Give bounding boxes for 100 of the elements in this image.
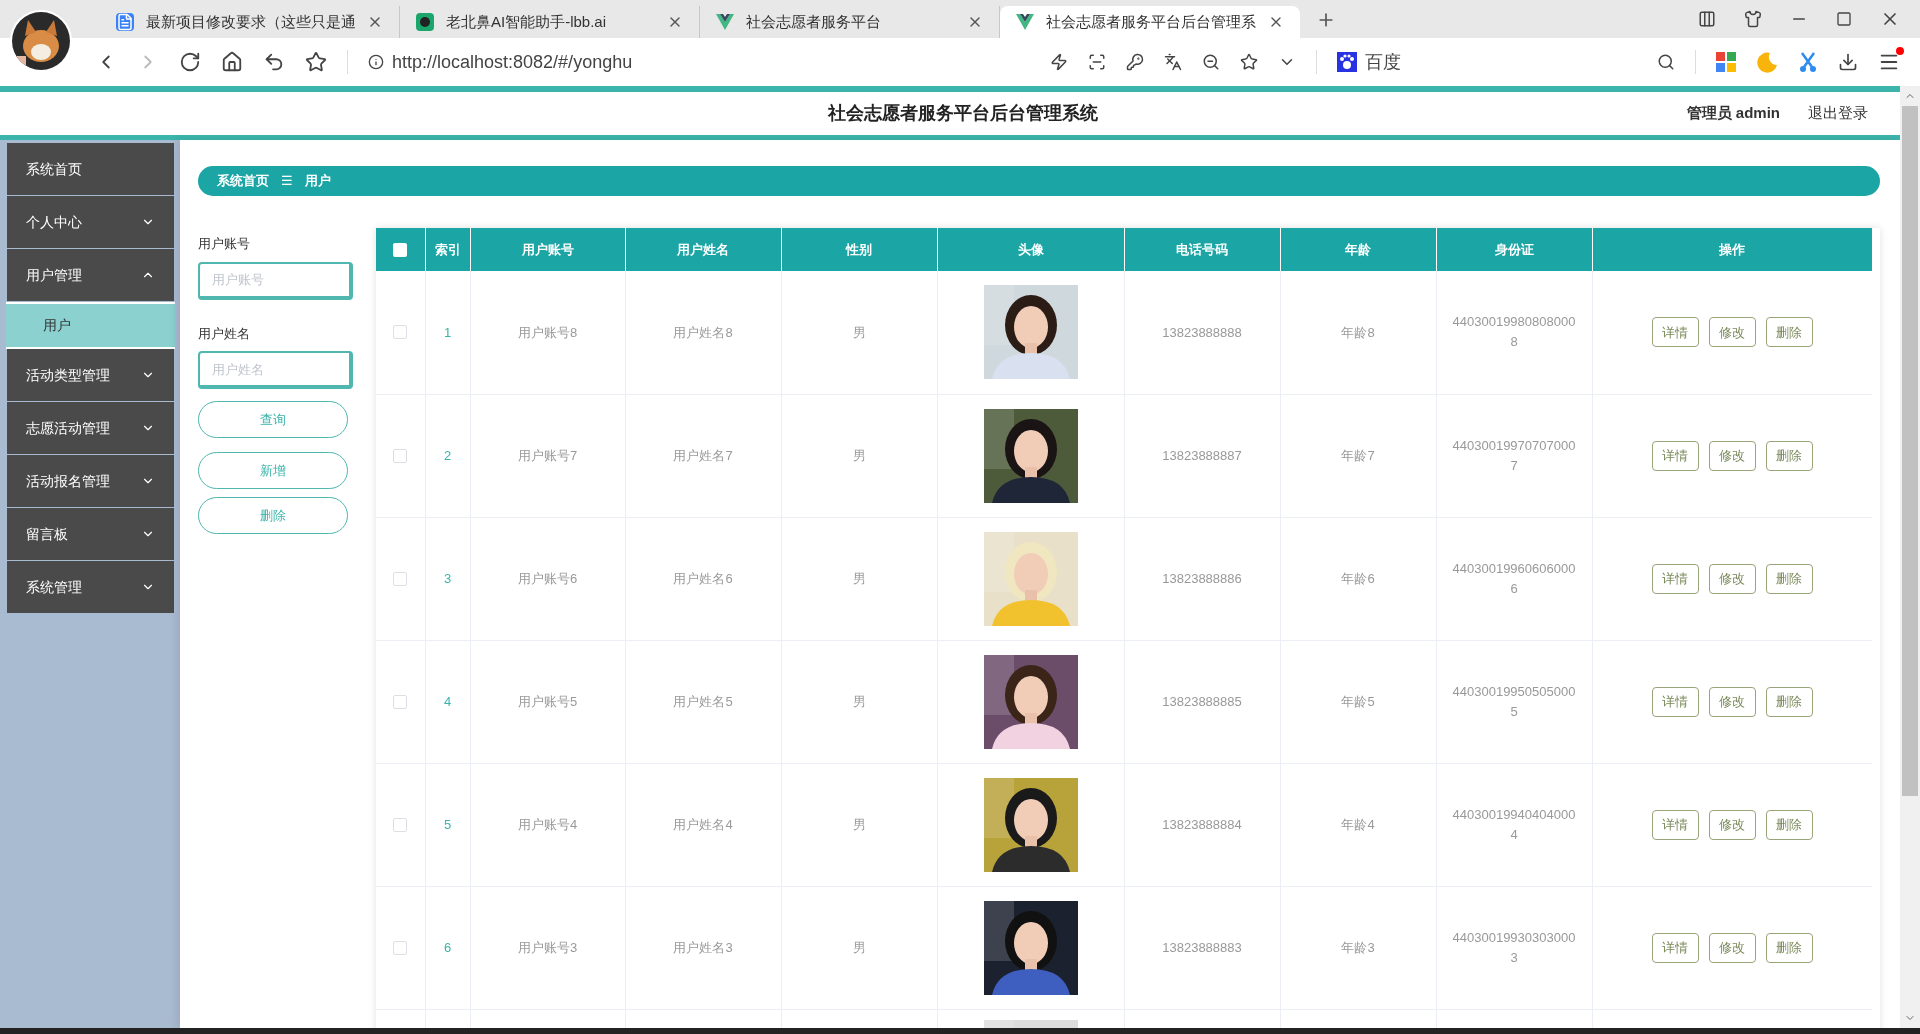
browser-tab[interactable]: 社会志愿者服务平台后台管理系 [1000, 6, 1300, 38]
search-engine-label[interactable]: 百度 [1365, 48, 1401, 76]
reload-icon[interactable] [179, 51, 201, 73]
checkbox[interactable] [393, 325, 408, 340]
row-action-button[interactable]: 详情 [1651, 440, 1699, 471]
action-button[interactable]: 删除 [198, 497, 348, 534]
action-button[interactable]: 新增 [198, 452, 348, 489]
sidebar-item[interactable]: 留言板 [7, 508, 174, 561]
row-action-button[interactable]: 修改 [1708, 317, 1756, 348]
table-cell: 13823888887 [1162, 447, 1242, 463]
scissors-icon[interactable] [1798, 51, 1818, 73]
column-header: 身份证 [1436, 228, 1592, 271]
sidebar-item[interactable]: 用户管理 [7, 249, 174, 302]
checkbox[interactable] [393, 571, 408, 586]
sidebar-toggle-icon[interactable] [1698, 10, 1716, 28]
v-logo-icon [716, 14, 734, 30]
field-label: 用户账号 [198, 235, 251, 253]
table-cell: 1 [443, 324, 452, 340]
row-action-button[interactable]: 详情 [1651, 686, 1699, 717]
table-cell-text: 440300199404040004 [1451, 805, 1577, 844]
info-icon[interactable] [368, 54, 384, 70]
home-icon[interactable] [221, 51, 243, 73]
column-header: 电话号码 [1124, 228, 1280, 271]
document-icon [116, 13, 134, 31]
table-cell: 13823888888 [1162, 324, 1242, 340]
sidebar-item[interactable]: 系统管理 [7, 561, 174, 614]
row-action-button[interactable]: 修改 [1708, 686, 1756, 717]
table-cell: 用户姓名6 [673, 570, 733, 586]
breadcrumb-current: 用户 [305, 172, 331, 191]
row-action-button[interactable]: 删除 [1765, 317, 1813, 348]
row-action-button[interactable]: 详情 [1651, 317, 1699, 348]
row-action-button[interactable]: 删除 [1765, 563, 1813, 594]
table-cell: 男 [852, 816, 866, 832]
tab-title: 社会志愿者服务平台 [746, 11, 882, 32]
table-cell: 年龄4 [1341, 816, 1375, 832]
star-icon[interactable] [305, 51, 327, 73]
table-cell: 用户账号6 [517, 570, 578, 586]
app-icon [416, 13, 434, 31]
row-action-button[interactable]: 删除 [1765, 932, 1813, 963]
row-action-button[interactable]: 详情 [1651, 932, 1699, 963]
shirt-icon[interactable] [1744, 10, 1762, 28]
sidebar-subitem[interactable]: 用户 [6, 302, 175, 349]
tab-title: 老北鼻AI智能助手-lbb.ai [446, 11, 608, 32]
row-action-button[interactable]: 修改 [1708, 440, 1756, 471]
table-cell: 男 [852, 447, 866, 463]
table-cell: 男 [852, 570, 866, 586]
breadcrumb-link[interactable]: 系统首页 [217, 171, 269, 191]
url-text[interactable]: http://localhost:8082/#/yonghu [392, 48, 633, 76]
row-action-button[interactable]: 修改 [1708, 932, 1756, 963]
table-cell: 年龄7 [1341, 447, 1375, 463]
download-icon[interactable] [1838, 52, 1858, 72]
row-action-button[interactable]: 修改 [1708, 809, 1756, 840]
row-action-button[interactable]: 详情 [1651, 809, 1699, 840]
zoom-out-icon[interactable] [1202, 53, 1220, 71]
row-action-button[interactable]: 修改 [1708, 563, 1756, 594]
checkbox[interactable] [393, 448, 408, 463]
breadcrumb-separator: ☰ [281, 172, 293, 191]
row-action-button[interactable]: 删除 [1765, 440, 1813, 471]
star-icon[interactable] [1240, 53, 1258, 71]
action-button[interactable]: 查询 [198, 401, 348, 438]
checkbox[interactable] [393, 817, 408, 832]
table-cell: 用户账号8 [517, 324, 578, 340]
table-cell: 3 [443, 570, 452, 586]
translate-icon[interactable] [1164, 53, 1182, 71]
table-cell: 用户账号4 [517, 816, 578, 832]
key-icon[interactable] [1126, 53, 1144, 71]
table-cell: 13823888885 [1162, 693, 1242, 709]
admin-label: 管理员 admin [1686, 103, 1780, 124]
sidebar-item[interactable]: 活动类型管理 [7, 349, 174, 402]
checkbox[interactable] [393, 940, 408, 955]
row-action-button[interactable]: 详情 [1651, 563, 1699, 594]
tiles-icon[interactable] [1716, 52, 1736, 72]
undo-icon[interactable] [263, 51, 285, 73]
app-title: 社会志愿者服务平台后台管理系统 [828, 102, 1099, 125]
row-action-button[interactable]: 删除 [1765, 809, 1813, 840]
search-field[interactable]: 用户账号 [198, 261, 353, 300]
checkbox[interactable] [393, 694, 408, 709]
table-cell: 男 [852, 693, 866, 709]
table-cell: 年龄3 [1341, 939, 1375, 955]
field-label: 用户姓名 [198, 324, 251, 343]
table-cell: 年龄6 [1341, 570, 1375, 586]
row-action-button[interactable]: 删除 [1765, 686, 1813, 717]
checkbox[interactable] [393, 242, 408, 257]
column-header: 头像 [937, 228, 1124, 271]
search-field[interactable]: 用户姓名 [198, 351, 353, 389]
column-header: 性别 [781, 228, 937, 271]
maximize-icon[interactable] [1836, 11, 1852, 27]
sidebar-item[interactable]: 系统首页 [7, 143, 174, 196]
sidebar-item[interactable]: 活动报名管理 [7, 455, 174, 508]
lightning-icon[interactable] [1050, 53, 1068, 71]
table-cell: 5 [443, 816, 452, 832]
table-cell: 13823888886 [1162, 570, 1242, 586]
table-cell: 用户账号3 [517, 939, 578, 955]
sidebar-item[interactable]: 个人中心 [7, 196, 174, 249]
column-header: 用户姓名 [625, 228, 781, 271]
sidebar-item[interactable]: 志愿活动管理 [7, 402, 174, 455]
logout-link[interactable]: 退出登录 [1808, 102, 1868, 125]
search-icon[interactable] [1657, 53, 1675, 71]
grid-icon[interactable] [1088, 53, 1106, 71]
table-cell: 用户账号7 [517, 447, 578, 463]
